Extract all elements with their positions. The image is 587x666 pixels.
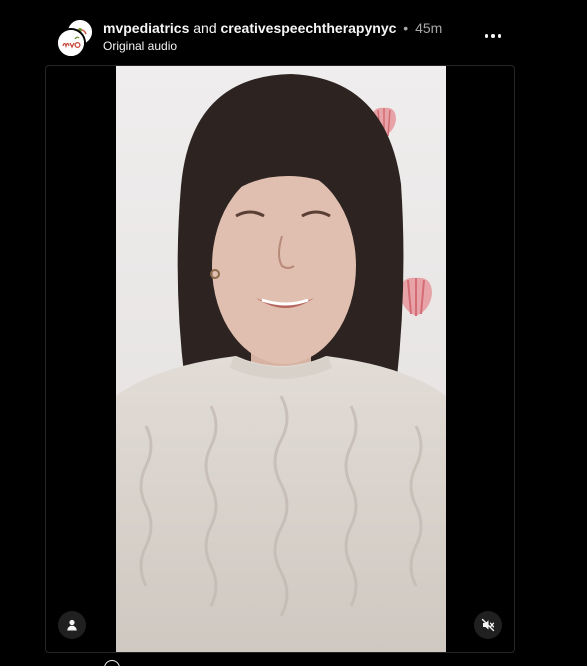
instagram-post: mvpediatrics and creativespeechtherapyny… [0, 0, 587, 666]
header-text: mvpediatrics and creativespeechtherapyny… [103, 19, 442, 54]
avatar-stack[interactable] [56, 18, 94, 58]
speaker-muted-icon [481, 618, 495, 632]
audio-link[interactable]: Original audio [103, 38, 442, 54]
user-tag-icon [67, 619, 77, 631]
author-avatar[interactable] [56, 28, 86, 58]
more-options-icon [484, 34, 489, 38]
mute-toggle-button[interactable] [474, 611, 502, 639]
collaborator-username[interactable]: creativespeechtherapynyc [221, 20, 397, 36]
tagged-users-button[interactable] [58, 611, 86, 639]
more-options-icon-dot [497, 34, 502, 38]
media-frame[interactable] [45, 65, 515, 653]
reel-video[interactable] [116, 66, 446, 652]
mvp-logo-icon [58, 30, 84, 56]
like-icon[interactable] [104, 660, 120, 666]
more-options-button[interactable] [482, 26, 504, 46]
more-options-icon-dot [491, 34, 495, 38]
video-frame-image [116, 66, 446, 652]
byline-separator: • [403, 20, 409, 36]
author-username[interactable]: mvpediatrics [103, 20, 189, 36]
post-header: mvpediatrics and creativespeechtherapyny… [56, 16, 516, 58]
post-timestamp[interactable]: 45m [415, 20, 442, 36]
byline-connector: and [193, 20, 217, 36]
post-byline: mvpediatrics and creativespeechtherapyny… [103, 19, 442, 37]
